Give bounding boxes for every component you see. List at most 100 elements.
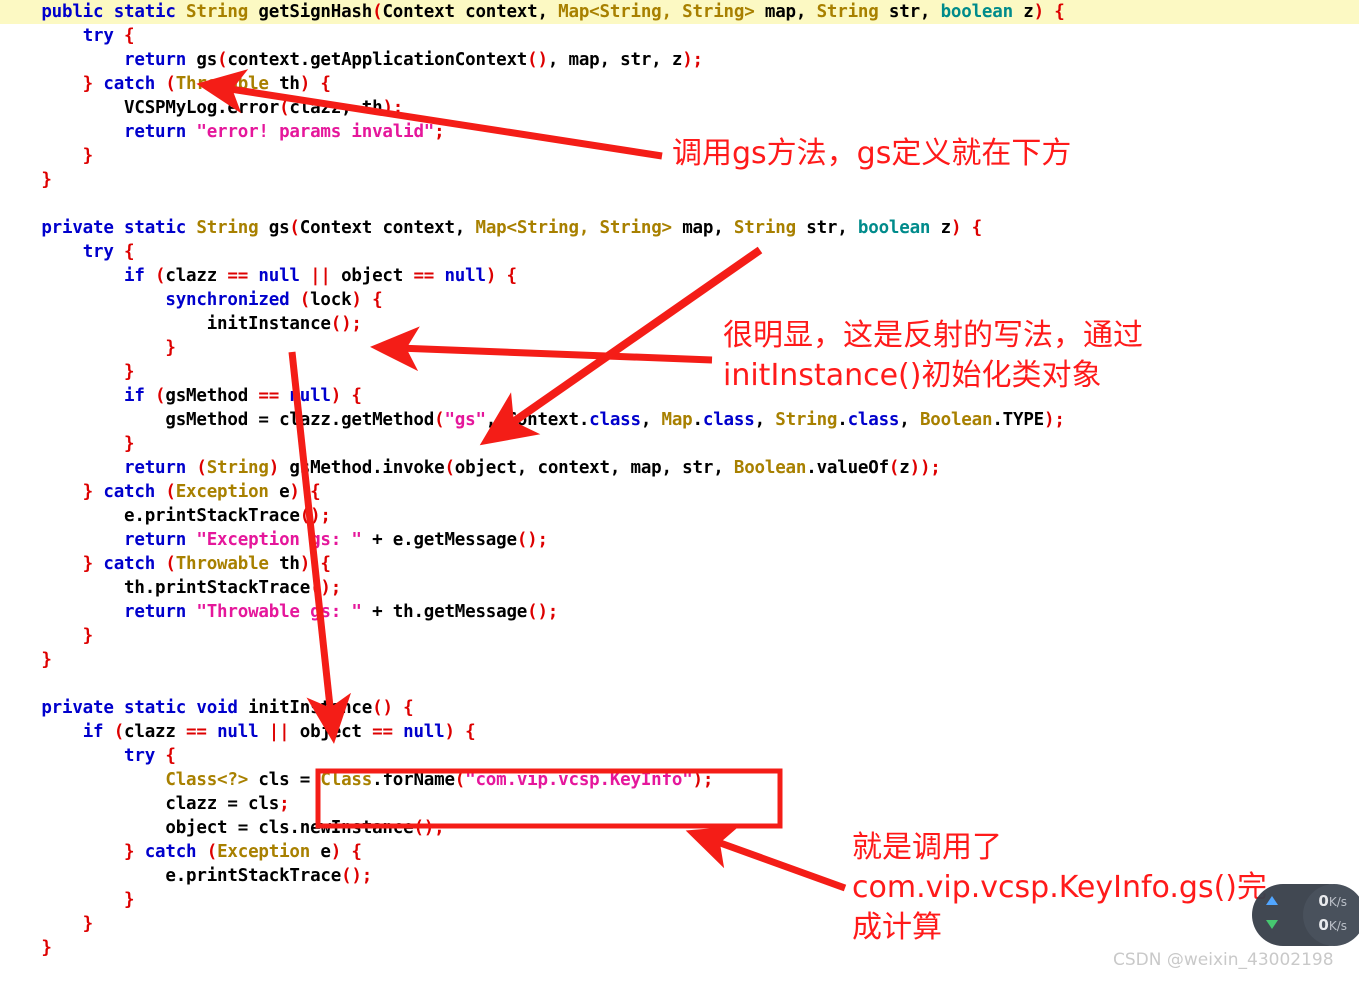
code-token: .forName bbox=[372, 770, 455, 790]
code-token: String bbox=[733, 218, 796, 238]
code-token: ( bbox=[144, 386, 166, 406]
code-token: (); bbox=[299, 506, 331, 526]
code-line: private static void initInstance() { bbox=[0, 696, 1359, 720]
code-token: ( bbox=[144, 266, 166, 286]
code-token: ) { bbox=[330, 842, 362, 862]
code-line: if (clazz == null || object == null) { bbox=[0, 264, 1359, 288]
code-token: if bbox=[124, 386, 145, 406]
code-token: synchronized bbox=[165, 290, 290, 310]
code-token: th bbox=[268, 554, 300, 574]
screenshot-root: public static String getSignHash(Context… bbox=[0, 0, 1359, 981]
code-token: String bbox=[186, 2, 249, 22]
code-token: . bbox=[837, 410, 848, 430]
code-token: gs bbox=[186, 50, 218, 70]
code-line: return (String) gsMethod.invoke(object, … bbox=[0, 456, 1359, 480]
code-line: if (clazz == null || object == null) { bbox=[0, 720, 1359, 744]
code-line: } bbox=[0, 624, 1359, 648]
code-token: , bbox=[754, 410, 776, 430]
code-token: } bbox=[0, 338, 176, 358]
code-token: ) { bbox=[330, 386, 362, 406]
code-token: private static void bbox=[41, 698, 238, 718]
code-token: ( bbox=[186, 458, 207, 478]
code-token: } bbox=[0, 362, 135, 382]
code-token: ( bbox=[155, 482, 176, 502]
code-line: synchronized (lock) { bbox=[0, 288, 1359, 312]
code-line: } catch (Exception e) { bbox=[0, 480, 1359, 504]
code-token: ); bbox=[382, 98, 404, 118]
code-token: class bbox=[847, 410, 900, 430]
code-token: "error! params invalid" bbox=[196, 122, 435, 142]
code-token: initInstance bbox=[237, 698, 373, 718]
code-token: Map<String, String> bbox=[558, 2, 755, 22]
code-token: || bbox=[258, 722, 300, 742]
code-token: clazz = cls bbox=[0, 794, 280, 814]
code-token: e bbox=[310, 842, 331, 862]
annotation-note-reflection: 很明显，这是反射的写法，通过 initInstance()初始化类对象 bbox=[723, 318, 1143, 393]
code-token: return bbox=[124, 458, 187, 478]
code-token: return bbox=[124, 602, 187, 622]
code-line: initInstance(); bbox=[0, 312, 1359, 336]
code-token: ) { bbox=[299, 74, 331, 94]
code-token: initInstance bbox=[0, 314, 331, 334]
code-token: VCSPMyLog.error bbox=[0, 98, 280, 118]
code-token: } bbox=[0, 938, 52, 958]
code-token: ); bbox=[1044, 410, 1065, 430]
code-token: Context context, bbox=[299, 218, 476, 238]
network-speed-widget[interactable]: 0K/s 0K/s bbox=[1252, 884, 1359, 946]
code-token: null bbox=[444, 266, 486, 286]
code-token: return bbox=[124, 530, 187, 550]
code-token: z bbox=[930, 218, 952, 238]
code-token: getSignHash bbox=[248, 2, 373, 22]
code-token: ) { bbox=[299, 554, 331, 574]
code-token: (); bbox=[330, 314, 362, 334]
code-token: ( bbox=[289, 218, 300, 238]
code-token: (); bbox=[341, 866, 373, 886]
code-token: try bbox=[82, 242, 114, 262]
code-token: catch bbox=[144, 842, 197, 862]
code-token: ( bbox=[155, 554, 176, 574]
code-line: } catch (Throwable th) { bbox=[0, 552, 1359, 576]
code-token: Exception bbox=[217, 842, 311, 862]
code-token: ) { bbox=[351, 290, 383, 310]
code-token: ( bbox=[289, 290, 311, 310]
code-token: boolean bbox=[940, 2, 1014, 22]
code-line: try { bbox=[0, 240, 1359, 264]
code-token: } bbox=[0, 626, 94, 646]
code-token: null bbox=[403, 722, 445, 742]
code-line: try { bbox=[0, 24, 1359, 48]
code-token: return bbox=[124, 122, 187, 142]
code-token: object = cls.newInstance bbox=[0, 818, 414, 838]
code-token: Class bbox=[320, 770, 373, 790]
code-token: ( bbox=[196, 842, 218, 862]
code-token: } bbox=[0, 434, 135, 454]
code-token: Map<String, String> bbox=[475, 218, 672, 238]
code-token: return bbox=[124, 50, 187, 70]
code-token: ); bbox=[692, 770, 714, 790]
code-token: ) { bbox=[950, 218, 982, 238]
code-token: } bbox=[0, 482, 104, 502]
code-token: () { bbox=[372, 698, 414, 718]
code-line: public static String getSignHash(Context… bbox=[0, 0, 1359, 24]
code-token: ) { bbox=[1033, 2, 1065, 22]
code-token: "Exception gs: " bbox=[196, 530, 362, 550]
download-speed-unit: K/s bbox=[1328, 919, 1347, 933]
code-token: , Context. bbox=[485, 410, 590, 430]
code-token: { bbox=[155, 746, 176, 766]
code-token: "gs" bbox=[444, 410, 486, 430]
code-token: Throwable bbox=[175, 554, 269, 574]
code-token: ( bbox=[217, 50, 228, 70]
code-line: th.printStackTrace(); bbox=[0, 576, 1359, 600]
code-line: Class<?> cls = Class.forName("com.vip.vc… bbox=[0, 768, 1359, 792]
code-token: } bbox=[0, 650, 52, 670]
code-token: ); bbox=[682, 50, 703, 70]
code-token: e bbox=[268, 482, 290, 502]
code-token: lock bbox=[310, 290, 352, 310]
